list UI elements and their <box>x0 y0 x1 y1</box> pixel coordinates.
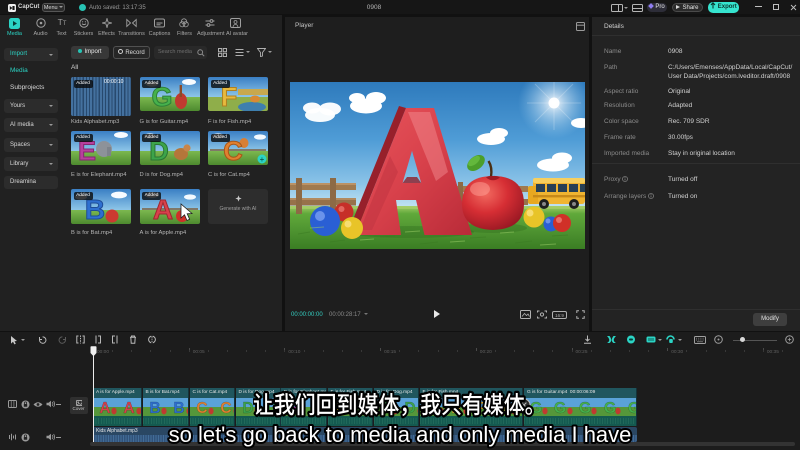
svg-text:A: A <box>123 400 134 416</box>
svg-text:C: C <box>196 400 207 416</box>
svg-text:A: A <box>99 400 110 416</box>
svg-text:+: + <box>260 155 265 164</box>
svg-text:B: B <box>149 400 160 416</box>
svg-text:so let's go back to media and: so let's go back to media and only media… <box>169 422 632 447</box>
svg-text:G: G <box>554 400 566 416</box>
svg-text:C: C <box>220 400 231 416</box>
svg-text:B: B <box>173 400 184 416</box>
svg-text:D: D <box>242 400 253 416</box>
svg-text:G: G <box>604 400 616 416</box>
svg-text:G: G <box>628 400 637 416</box>
svg-text:G: G <box>579 400 591 416</box>
